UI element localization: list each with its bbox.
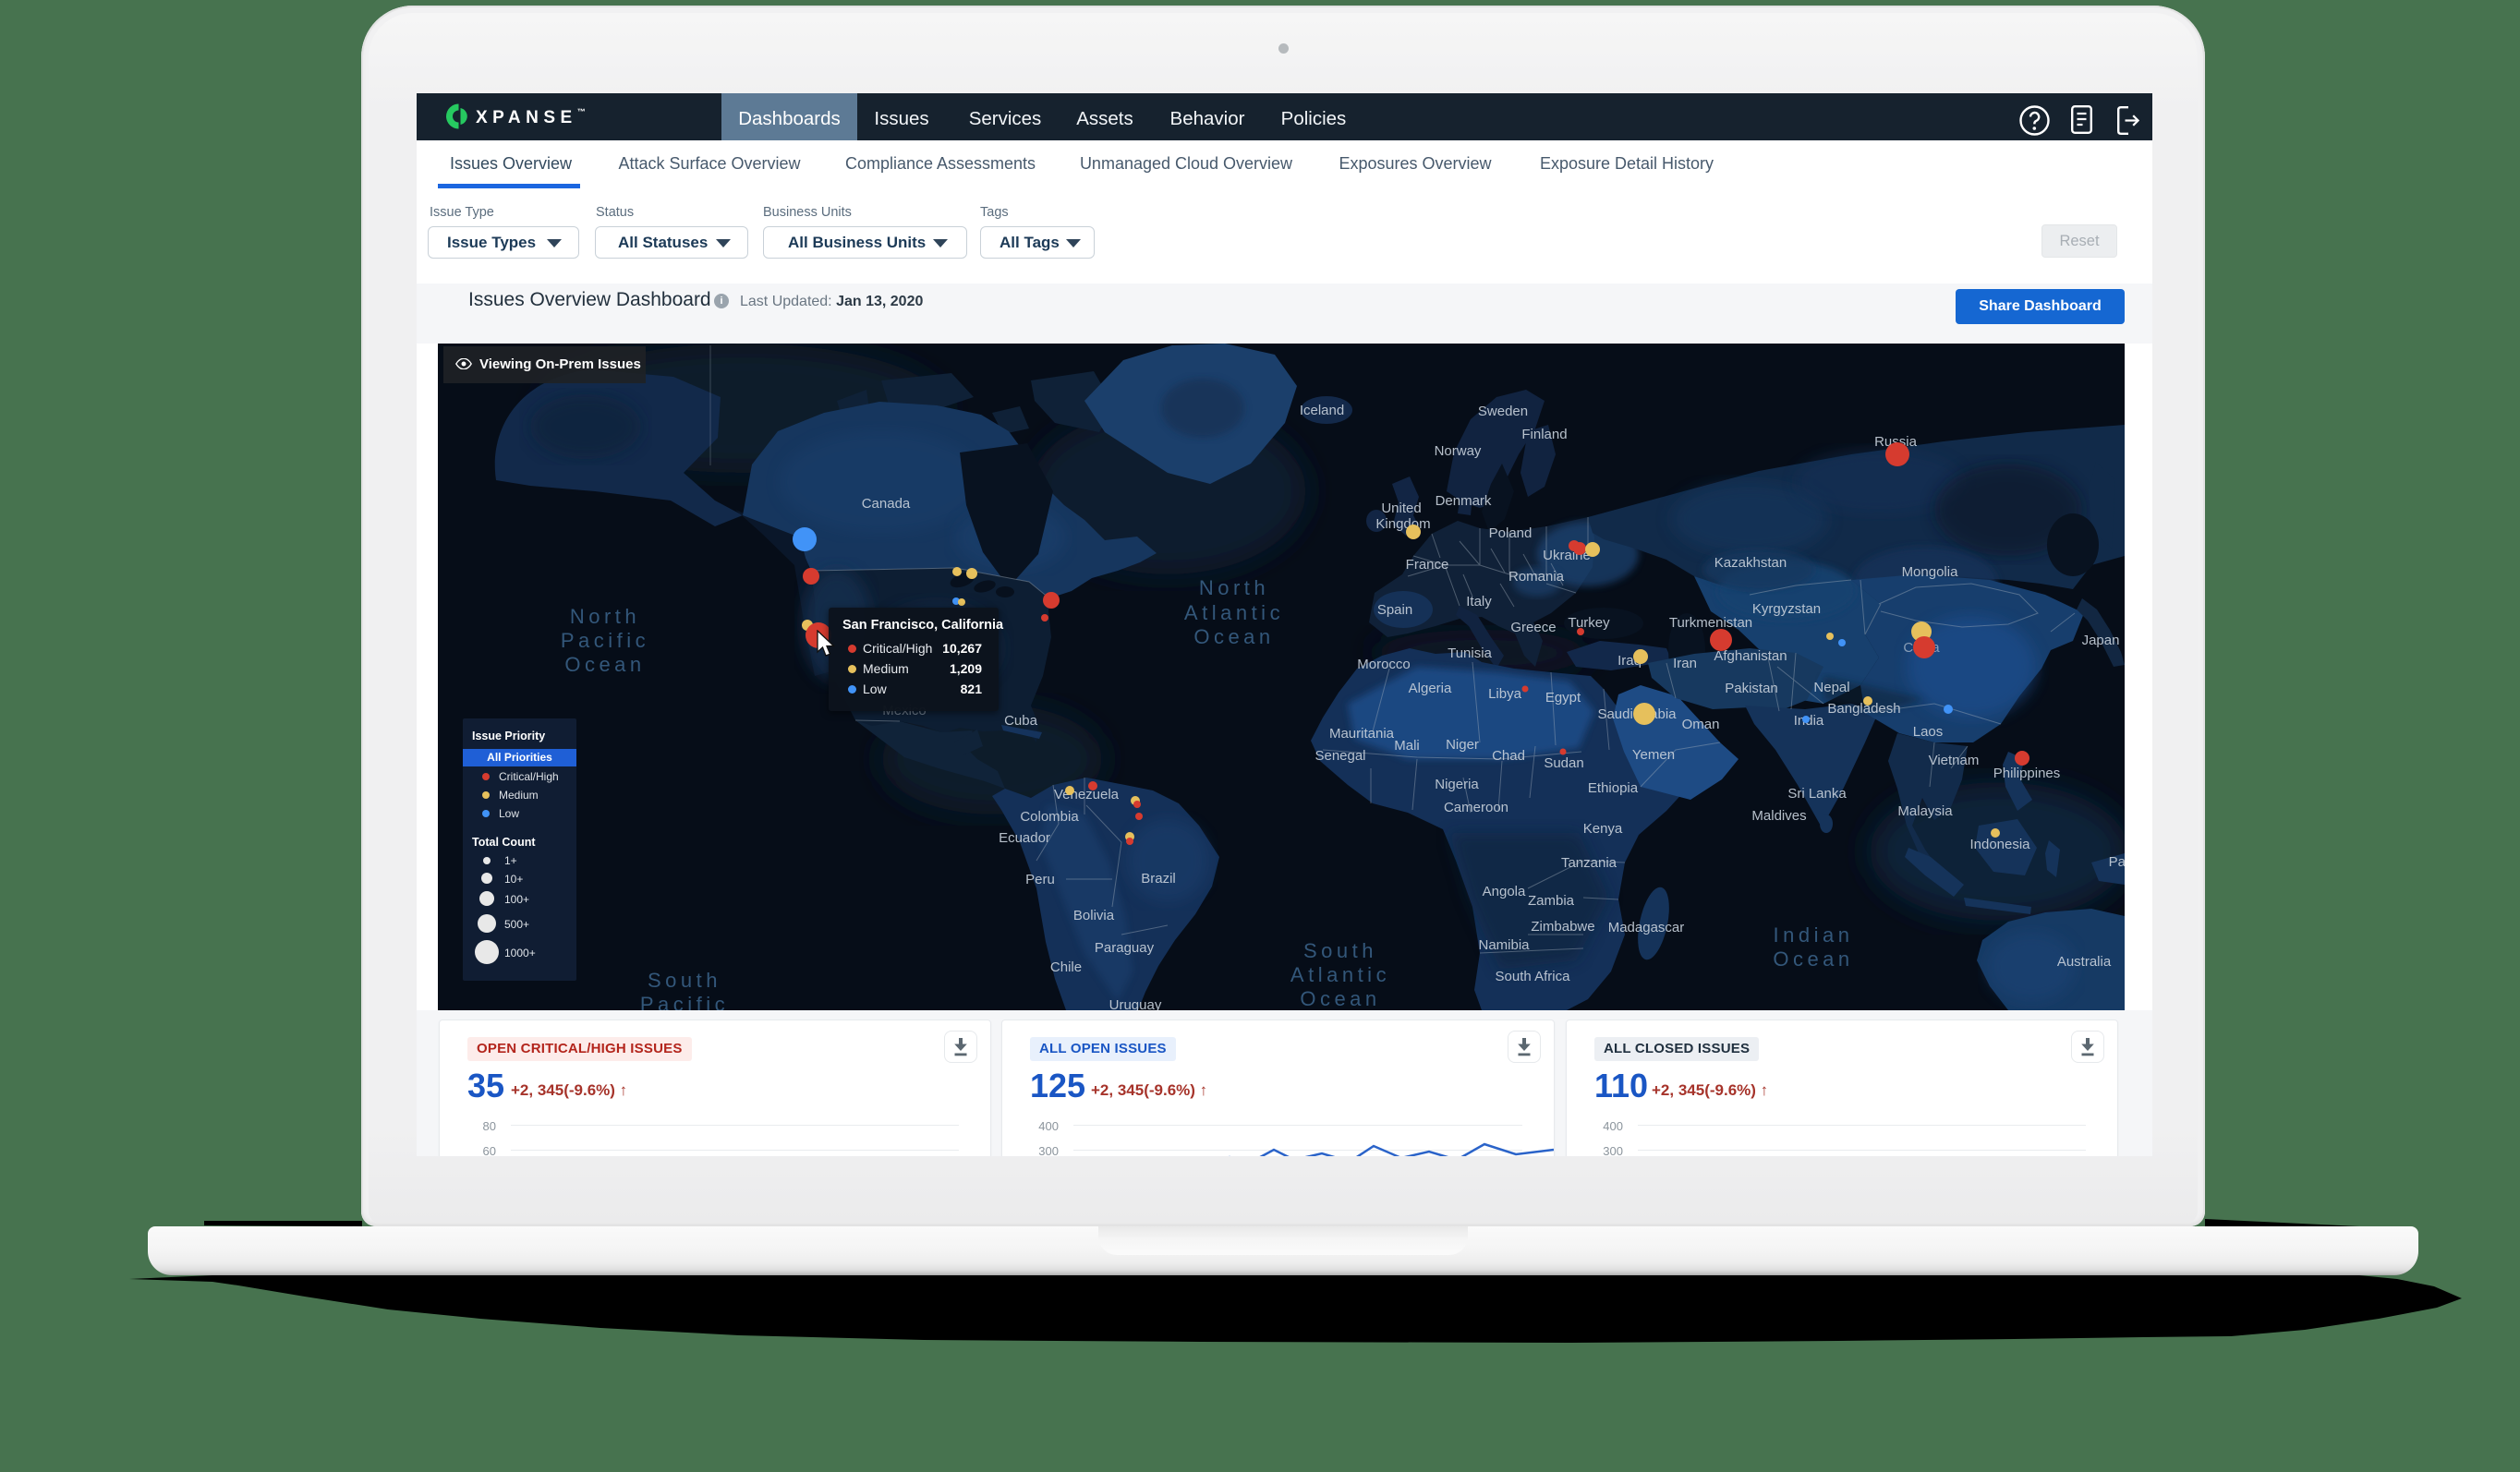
svg-text:Ocean: Ocean: [1773, 947, 1853, 971]
svg-text:Nigeria: Nigeria: [1435, 777, 1479, 792]
svg-text:Venezuela: Venezuela: [1054, 787, 1120, 802]
svg-text:Peru: Peru: [1025, 872, 1055, 887]
svg-text:Tanzania: Tanzania: [1561, 855, 1617, 871]
svg-text:Mongolia: Mongolia: [1902, 564, 1959, 580]
svg-text:Kyrgyzstan: Kyrgyzstan: [1752, 601, 1821, 617]
svg-text:Japan: Japan: [2082, 633, 2120, 648]
svg-text:Sweden: Sweden: [1478, 404, 1528, 419]
svg-text:Pap: Pap: [2109, 854, 2125, 870]
svg-text:Malaysia: Malaysia: [1897, 803, 1953, 819]
svg-text:Indonesia: Indonesia: [1969, 837, 2030, 852]
svg-text:Maldives: Maldives: [1751, 808, 1806, 824]
svg-text:Philippines: Philippines: [1993, 766, 2061, 781]
svg-text:Namibia: Namibia: [1478, 937, 1530, 953]
svg-text:Ecuador: Ecuador: [999, 830, 1050, 846]
svg-text:Niger: Niger: [1446, 737, 1479, 753]
svg-text:Uruguay: Uruguay: [1109, 997, 1162, 1010]
svg-text:Poland: Poland: [1489, 525, 1533, 541]
svg-text:Ocean: Ocean: [1300, 987, 1380, 1010]
svg-text:Finland: Finland: [1521, 427, 1567, 442]
svg-text:Tunisia: Tunisia: [1448, 646, 1492, 661]
svg-text:North: North: [570, 605, 640, 628]
svg-text:Senegal: Senegal: [1315, 748, 1365, 764]
svg-text:Cuba: Cuba: [1004, 713, 1038, 729]
svg-text:Romania: Romania: [1508, 569, 1565, 585]
svg-text:Chile: Chile: [1050, 959, 1082, 975]
svg-text:Greece: Greece: [1510, 620, 1556, 635]
svg-text:Angola: Angola: [1483, 884, 1526, 899]
svg-text:Canada: Canada: [862, 496, 911, 512]
svg-text:Sri Lanka: Sri Lanka: [1787, 786, 1847, 802]
svg-text:Sudan: Sudan: [1544, 755, 1583, 771]
svg-text:Ethiopia: Ethiopia: [1588, 780, 1639, 796]
svg-text:Madagascar: Madagascar: [1608, 920, 1685, 935]
svg-text:Atlantic: Atlantic: [1184, 601, 1284, 624]
svg-text:Nepal: Nepal: [1813, 680, 1849, 695]
svg-text:Colombia: Colombia: [1020, 809, 1079, 825]
svg-text:South: South: [648, 969, 721, 992]
svg-text:Kazakhstan: Kazakhstan: [1714, 555, 1787, 571]
svg-text:Laos: Laos: [1913, 724, 1944, 740]
svg-text:Vietnam: Vietnam: [1929, 753, 1980, 768]
svg-text:Indian: Indian: [1774, 923, 1854, 947]
svg-text:Mali: Mali: [1394, 738, 1420, 754]
svg-text:Australia: Australia: [2057, 954, 2112, 970]
svg-text:Kingdom: Kingdom: [1375, 516, 1430, 532]
svg-text:Oman: Oman: [1682, 717, 1720, 732]
svg-text:Egypt: Egypt: [1545, 690, 1581, 706]
svg-text:Mauritania: Mauritania: [1329, 726, 1395, 742]
svg-text:Zambia: Zambia: [1528, 893, 1575, 909]
svg-text:Pakistan: Pakistan: [1725, 681, 1778, 696]
svg-text:Chad: Chad: [1492, 748, 1525, 764]
svg-text:France: France: [1406, 557, 1449, 573]
svg-text:Italy: Italy: [1466, 594, 1492, 609]
svg-text:Bolivia: Bolivia: [1073, 908, 1115, 923]
svg-text:Zimbabwe: Zimbabwe: [1531, 919, 1594, 935]
svg-text:Pacific: Pacific: [640, 993, 729, 1010]
svg-text:Cameroon: Cameroon: [1444, 800, 1508, 815]
svg-text:Atlantic: Atlantic: [1290, 963, 1390, 986]
svg-text:Iceland: Iceland: [1300, 403, 1344, 418]
svg-text:Spain: Spain: [1377, 602, 1412, 618]
svg-text:South: South: [1303, 939, 1377, 962]
svg-text:Brazil: Brazil: [1141, 871, 1176, 887]
svg-text:United: United: [1381, 501, 1421, 516]
svg-text:South Africa: South Africa: [1496, 969, 1571, 984]
svg-text:Turkey: Turkey: [1568, 615, 1610, 631]
svg-text:Ocean: Ocean: [564, 653, 645, 676]
svg-text:North: North: [1199, 576, 1269, 599]
svg-text:Turkmenistan: Turkmenistan: [1669, 615, 1752, 631]
svg-text:Afghanistan: Afghanistan: [1714, 648, 1787, 664]
svg-text:Norway: Norway: [1435, 443, 1482, 459]
svg-text:Paraguay: Paraguay: [1095, 940, 1155, 956]
svg-text:Algeria: Algeria: [1409, 681, 1452, 696]
svg-text:Kenya: Kenya: [1583, 821, 1623, 837]
svg-text:Yemen: Yemen: [1632, 747, 1675, 763]
svg-text:Ocean: Ocean: [1193, 625, 1274, 648]
svg-text:Morocco: Morocco: [1357, 657, 1411, 672]
svg-text:Denmark: Denmark: [1436, 493, 1492, 509]
svg-text:Iran: Iran: [1673, 656, 1697, 671]
svg-text:Pacific: Pacific: [561, 629, 649, 652]
svg-text:Libya: Libya: [1488, 686, 1522, 702]
